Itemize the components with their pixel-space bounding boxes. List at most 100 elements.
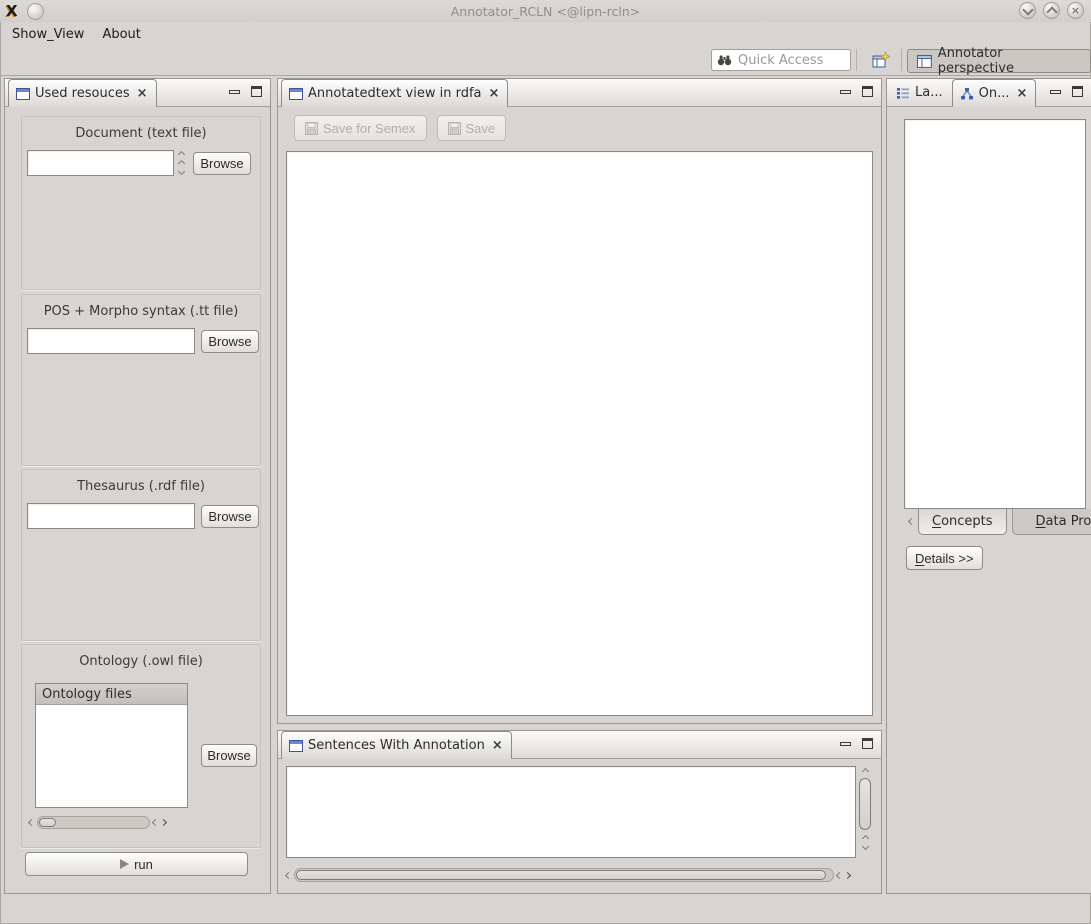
run-button-label: run [134,857,153,872]
chevron-up-icon [1046,6,1057,17]
scroll-up-icon [177,159,184,166]
save-icon [305,122,318,135]
scroll-left-icon [285,871,292,878]
scrollbar-thumb[interactable] [296,870,826,880]
quick-access-input[interactable] [736,52,840,69]
sentences-hscrollbar[interactable] [286,868,874,882]
details-button-label: etails >> [924,551,973,566]
scroll-right-icon [160,819,167,826]
toolbar-separator [856,49,857,71]
maximize-window-button[interactable] [1043,2,1060,19]
scroll-down-icon [861,843,868,850]
concepts-tree-area[interactable] [904,119,1086,509]
open-perspective-icon [872,52,890,70]
annotated-text-area[interactable] [286,151,873,716]
scroll-left-icon [28,819,35,826]
close-window-button[interactable]: × [1067,2,1084,19]
details-button[interactable]: Details >> [906,546,983,570]
pos-group: POS + Morpho syntax (.tt file) Browse [21,294,261,466]
used-resources-panel: Used resouces × Document (text file) Bro… [4,78,271,894]
close-icon: × [1071,5,1080,16]
hierarchy-icon [960,87,974,101]
document-input-scrollbar[interactable] [174,150,188,176]
view-icon [289,740,303,752]
minimize-view-icon[interactable] [840,742,851,746]
close-tab-icon[interactable]: × [1016,87,1027,100]
sentences-panel: Sentences With Annotation × [277,730,882,894]
scrollbar-track[interactable] [37,816,150,829]
ontology-files-column-header[interactable]: Ontology files [36,684,187,705]
tab-concepts-label: oncepts [941,514,992,529]
document-file-input[interactable] [27,150,174,176]
pos-group-title: POS + Morpho syntax (.tt file) [22,304,260,319]
minimize-view-icon[interactable] [1050,90,1061,94]
view-icon [289,88,303,100]
play-icon [120,859,129,869]
close-tab-icon[interactable]: × [489,87,500,100]
tab-used-resources[interactable]: Used resouces × [8,79,157,107]
tab-ontology-label: On... [979,86,1010,101]
tab-data-properties[interactable]: Data Prop [1012,509,1091,535]
tab-ontology[interactable]: On... × [952,79,1037,107]
list-icon [896,86,910,100]
save-icon [448,122,461,135]
tab-annotated-view[interactable]: Annotatedtext view in rdfa × [281,79,508,107]
maximize-view-icon[interactable] [251,86,262,97]
tab-concepts-mnemonic: C [932,514,941,529]
ontology-group: Ontology (.owl file) Ontology files Brow… [21,644,261,848]
pos-file-input[interactable] [27,328,195,354]
bottom-tab-bar: Concepts Data Prop [904,509,1091,535]
tab-sentences[interactable]: Sentences With Annotation × [281,731,512,759]
title-bar: Annotator_RCLN <@lipn-rcln> X × [0,0,1091,22]
sentences-vscrollbar[interactable] [857,766,873,858]
menu-about[interactable]: About [102,27,140,42]
pos-browse-button[interactable]: Browse [201,330,259,353]
thesaurus-file-input[interactable] [27,503,195,529]
used-resources-header: Used resouces × [5,79,270,107]
document-group-title: Document (text file) [22,126,260,141]
scrollbar-thumb[interactable] [859,778,871,830]
scrollbar-track[interactable] [294,868,834,882]
tab-scroll-left-button[interactable] [904,509,918,533]
thesaurus-browse-button[interactable]: Browse [201,505,259,528]
sentences-header: Sentences With Annotation × [278,731,881,759]
scroll-left-icon [836,871,843,878]
ontology-panel-header: La... On... × [887,79,1091,107]
perspective-label: Annotator perspective [938,46,1081,76]
minimize-window-button[interactable] [1019,2,1036,19]
close-tab-icon[interactable]: × [492,739,503,752]
run-button[interactable]: run [25,852,248,876]
quick-access-box[interactable] [711,49,851,71]
ontology-table-hscrollbar[interactable] [29,816,189,829]
save-for-semex-button[interactable]: Save for Semex [294,115,427,141]
ontology-files-table[interactable]: Ontology files [35,683,188,808]
close-tab-icon[interactable]: × [137,87,148,100]
scroll-up-icon [861,835,868,842]
document-browse-button[interactable]: Browse [193,152,251,175]
minimize-view-icon[interactable] [229,90,240,94]
window-menu-button[interactable] [27,3,44,20]
minimize-view-icon[interactable] [840,90,851,94]
perspective-icon [917,55,932,68]
sentences-text-area[interactable] [286,766,856,858]
tab-labels[interactable]: La... [887,79,949,106]
tab-dataprop-mnemonic: D [1036,514,1046,529]
open-perspective-button[interactable] [869,49,893,72]
scroll-down-icon [177,168,184,175]
scrollbar-thumb[interactable] [39,818,56,827]
window-title: Annotator_RCLN <@lipn-rcln> [0,4,1091,19]
toolbar-separator-2 [901,49,902,71]
maximize-view-icon[interactable] [862,86,873,97]
annotator-perspective-button[interactable]: Annotator perspective [907,49,1091,73]
tab-used-resources-label: Used resouces [35,86,130,101]
maximize-view-icon[interactable] [1072,86,1083,97]
save-button[interactable]: Save [437,115,507,141]
main-toolbar: Annotator perspective [0,46,1091,76]
annotated-view-header: Annotatedtext view in rdfa × [278,79,881,107]
maximize-view-icon[interactable] [862,738,873,749]
ontology-browse-button[interactable]: Browse [201,744,257,767]
chevron-down-icon [1022,4,1033,15]
tab-concepts[interactable]: Concepts [918,509,1007,535]
annotated-view-toolbar: Save for Semex Save [278,106,881,150]
menu-show-view[interactable]: Show_View [12,27,84,42]
